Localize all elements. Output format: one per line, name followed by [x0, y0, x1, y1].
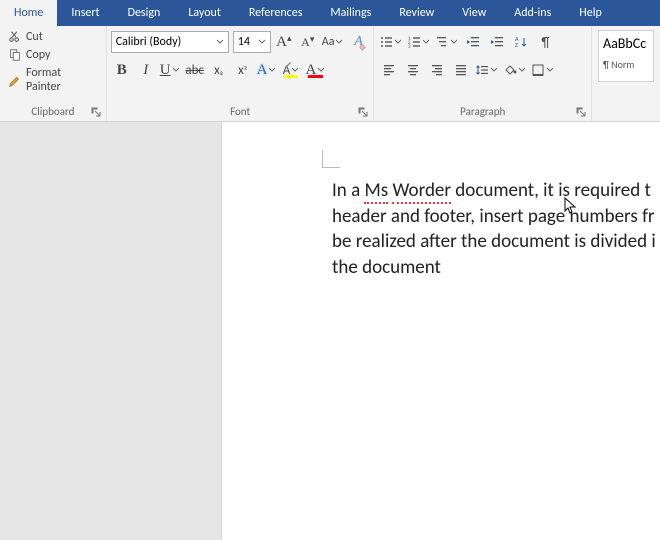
- highlight-button[interactable]: A: [280, 59, 302, 81]
- strikethrough-button[interactable]: abc: [184, 59, 206, 81]
- chevron-down-icon: [267, 66, 277, 74]
- clipboard-launcher[interactable]: [90, 106, 102, 118]
- tab-layout[interactable]: Layout: [174, 0, 235, 26]
- show-hide-button[interactable]: ¶: [534, 31, 556, 53]
- copy-icon: [8, 48, 22, 62]
- bullets-icon: [379, 35, 393, 49]
- eraser-icon: [358, 42, 367, 51]
- underline-button[interactable]: U: [159, 59, 182, 81]
- bucket-icon: [503, 63, 517, 77]
- font-launcher[interactable]: [357, 106, 369, 118]
- brush-icon: [8, 73, 22, 87]
- page-margin-marker: [322, 150, 340, 168]
- tab-design[interactable]: Design: [114, 0, 175, 26]
- group-font-label: Font: [107, 103, 374, 121]
- spelling-error[interactable]: Worder: [392, 179, 451, 204]
- group-paragraph: 123 AZ ¶ Paragraph: [374, 26, 592, 121]
- font-name-combo[interactable]: Calibri (Body): [111, 31, 229, 53]
- pen-icon: [284, 61, 292, 69]
- outdent-icon: [466, 35, 480, 49]
- chevron-down-icon: [334, 38, 344, 46]
- chevron-down-icon: [216, 38, 224, 46]
- align-right-icon: [430, 63, 444, 77]
- group-paragraph-label: Paragraph: [374, 103, 591, 121]
- numbering-button[interactable]: 123: [406, 31, 432, 53]
- borders-icon: [531, 63, 545, 77]
- justify-button[interactable]: [450, 59, 472, 81]
- workarea: In a Ms Worder document, it is required …: [0, 122, 660, 540]
- chevron-down-icon: [258, 38, 266, 46]
- font-size-value: 14: [238, 35, 250, 49]
- svg-text:3: 3: [408, 44, 411, 49]
- group-clipboard: Cut Copy Format Painter Clipboard: [0, 26, 107, 121]
- copy-button[interactable]: Copy: [4, 46, 102, 64]
- cut-label: Cut: [26, 30, 43, 44]
- tab-help[interactable]: Help: [565, 0, 616, 26]
- superscript-button[interactable]: x: [232, 59, 254, 81]
- spelling-error[interactable]: Ms: [364, 179, 388, 204]
- pilcrow-icon: ¶: [541, 34, 549, 51]
- bullets-button[interactable]: [378, 31, 404, 53]
- ribbon: Cut Copy Format Painter Clipboard Calibr…: [0, 26, 660, 122]
- indent-icon: [490, 35, 504, 49]
- justify-icon: [454, 63, 468, 77]
- tab-review[interactable]: Review: [385, 0, 448, 26]
- tab-references[interactable]: References: [235, 0, 317, 26]
- multilevel-icon: [435, 35, 449, 49]
- font-size-combo[interactable]: 14: [233, 31, 271, 53]
- align-center-button[interactable]: [402, 59, 424, 81]
- highlight-color-swatch: [284, 75, 298, 78]
- grow-font-button[interactable]: A▴: [273, 31, 295, 53]
- document-page[interactable]: In a Ms Worder document, it is required …: [222, 122, 660, 540]
- text-effects-button[interactable]: A: [256, 59, 279, 81]
- ribbon-tabs: Home Insert Design Layout References Mai…: [0, 0, 660, 26]
- shading-button[interactable]: [502, 59, 528, 81]
- numbering-icon: 123: [407, 35, 421, 49]
- align-right-button[interactable]: [426, 59, 448, 81]
- italic-button[interactable]: I: [135, 59, 157, 81]
- borders-button[interactable]: [530, 59, 556, 81]
- multilevel-list-button[interactable]: [434, 31, 460, 53]
- tab-home[interactable]: Home: [0, 0, 57, 26]
- align-center-icon: [406, 63, 420, 77]
- font-name-value: Calibri (Body): [116, 35, 181, 49]
- group-styles: AaBbCc ¶ Norm: [592, 26, 660, 121]
- chevron-down-icon: [316, 66, 326, 74]
- increase-indent-button[interactable]: [486, 31, 508, 53]
- format-painter-button[interactable]: Format Painter: [4, 64, 102, 96]
- tab-insert[interactable]: Insert: [57, 0, 113, 26]
- tab-view[interactable]: View: [448, 0, 500, 26]
- group-font: Calibri (Body) 14 A▴ A▾ Aa A: [107, 26, 375, 121]
- decrease-indent-button[interactable]: [462, 31, 484, 53]
- cut-button[interactable]: Cut: [4, 28, 102, 46]
- line-spacing-button[interactable]: [474, 59, 500, 81]
- font-color-button[interactable]: A: [304, 59, 327, 81]
- document-body-text[interactable]: In a Ms Worder document, it is required …: [332, 178, 660, 281]
- subscript-button[interactable]: x: [208, 59, 230, 81]
- line-spacing-icon: [475, 63, 489, 77]
- paragraph-launcher[interactable]: [575, 106, 587, 118]
- svg-text:Z: Z: [515, 41, 518, 49]
- style-normal[interactable]: AaBbCc ¶ Norm: [598, 30, 654, 82]
- change-case-button[interactable]: Aa: [321, 31, 346, 53]
- bold-button[interactable]: B: [111, 59, 133, 81]
- tab-addins[interactable]: Add-ins: [500, 0, 565, 26]
- chevron-down-icon: [171, 66, 181, 74]
- align-left-button[interactable]: [378, 59, 400, 81]
- shrink-font-button[interactable]: A▾: [297, 31, 319, 53]
- group-clipboard-label: Clipboard: [0, 103, 106, 121]
- sort-button[interactable]: AZ: [510, 31, 532, 53]
- tab-mailings[interactable]: Mailings: [316, 0, 385, 26]
- align-left-icon: [382, 63, 396, 77]
- sort-icon: AZ: [514, 35, 528, 49]
- copy-label: Copy: [26, 48, 50, 62]
- scissors-icon: [8, 30, 22, 44]
- font-color-swatch: [308, 75, 323, 78]
- clear-formatting-button[interactable]: A: [347, 31, 369, 53]
- navigation-pane[interactable]: [0, 122, 222, 540]
- format-painter-label: Format Painter: [26, 66, 98, 94]
